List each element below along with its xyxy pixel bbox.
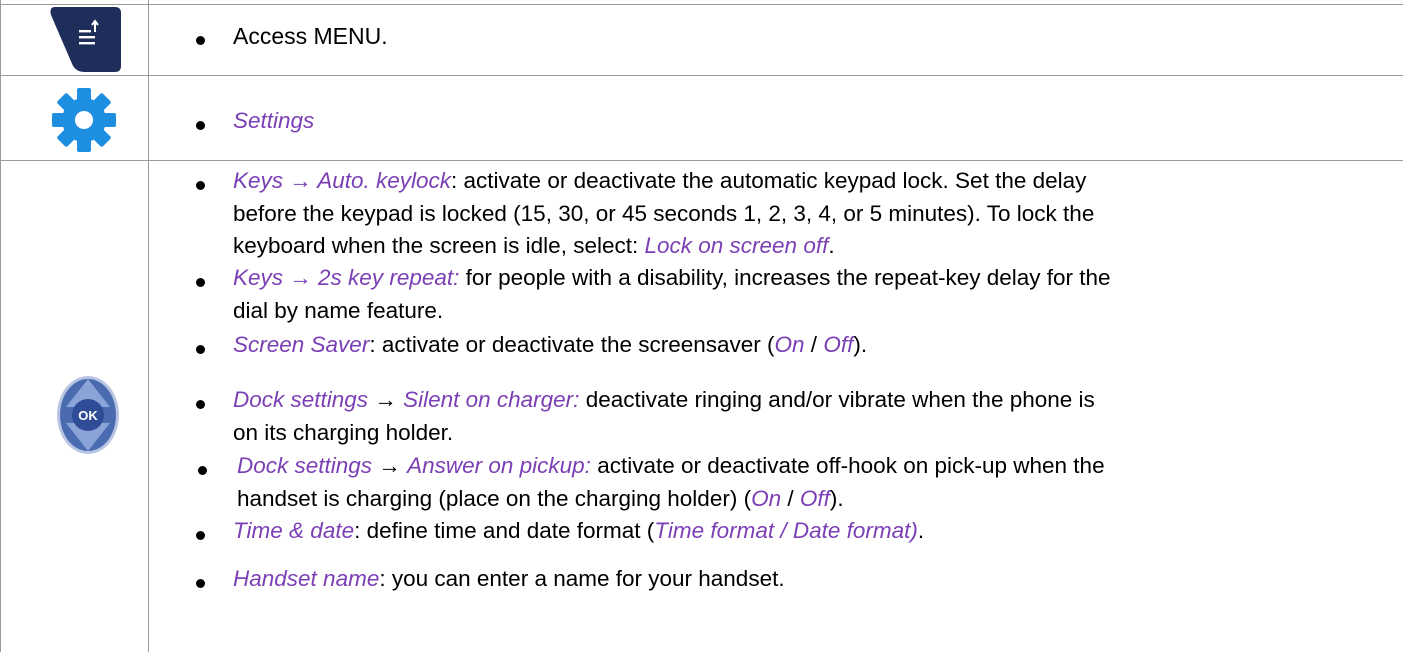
row-border-1: [0, 75, 1403, 76]
list-item: Keys → 2s key repeat: for people with a …: [233, 265, 1111, 323]
bullet: [196, 121, 208, 133]
column-divider: [148, 0, 149, 652]
gear-icon: [50, 86, 118, 154]
instruction-table: Access MENU. Settings OK Keys → Auto. ke…: [0, 0, 1403, 652]
ok-navigator-icon: OK: [55, 374, 121, 456]
list-item: Dock settings → Answer on pickup: activa…: [237, 453, 1105, 511]
ok-label: OK: [78, 408, 98, 423]
bullet: [196, 278, 208, 290]
bullet: [196, 579, 208, 591]
row-border-top: [0, 4, 1403, 5]
bullet: [196, 400, 208, 412]
bullet: [196, 531, 208, 543]
bullet: [196, 36, 208, 48]
menu-icon: [49, 7, 121, 72]
list-item: Keys → Auto. keylock: activate or deacti…: [233, 168, 1095, 258]
row-border-2: [0, 160, 1403, 161]
settings-label: Settings: [233, 108, 315, 133]
list-item: Screen Saver: activate or deactivate the…: [233, 332, 868, 357]
bullet: [198, 466, 210, 478]
bullet: [196, 345, 208, 357]
bullet: [196, 181, 208, 193]
list-item: Dock settings → Silent on charger: deact…: [233, 387, 1095, 445]
table-border-left: [0, 0, 1, 652]
menu-instruction: Access MENU.: [233, 23, 388, 49]
list-item: Handset name: you can enter a name for y…: [233, 566, 785, 591]
list-item: Time & date: define time and date format…: [233, 518, 925, 543]
